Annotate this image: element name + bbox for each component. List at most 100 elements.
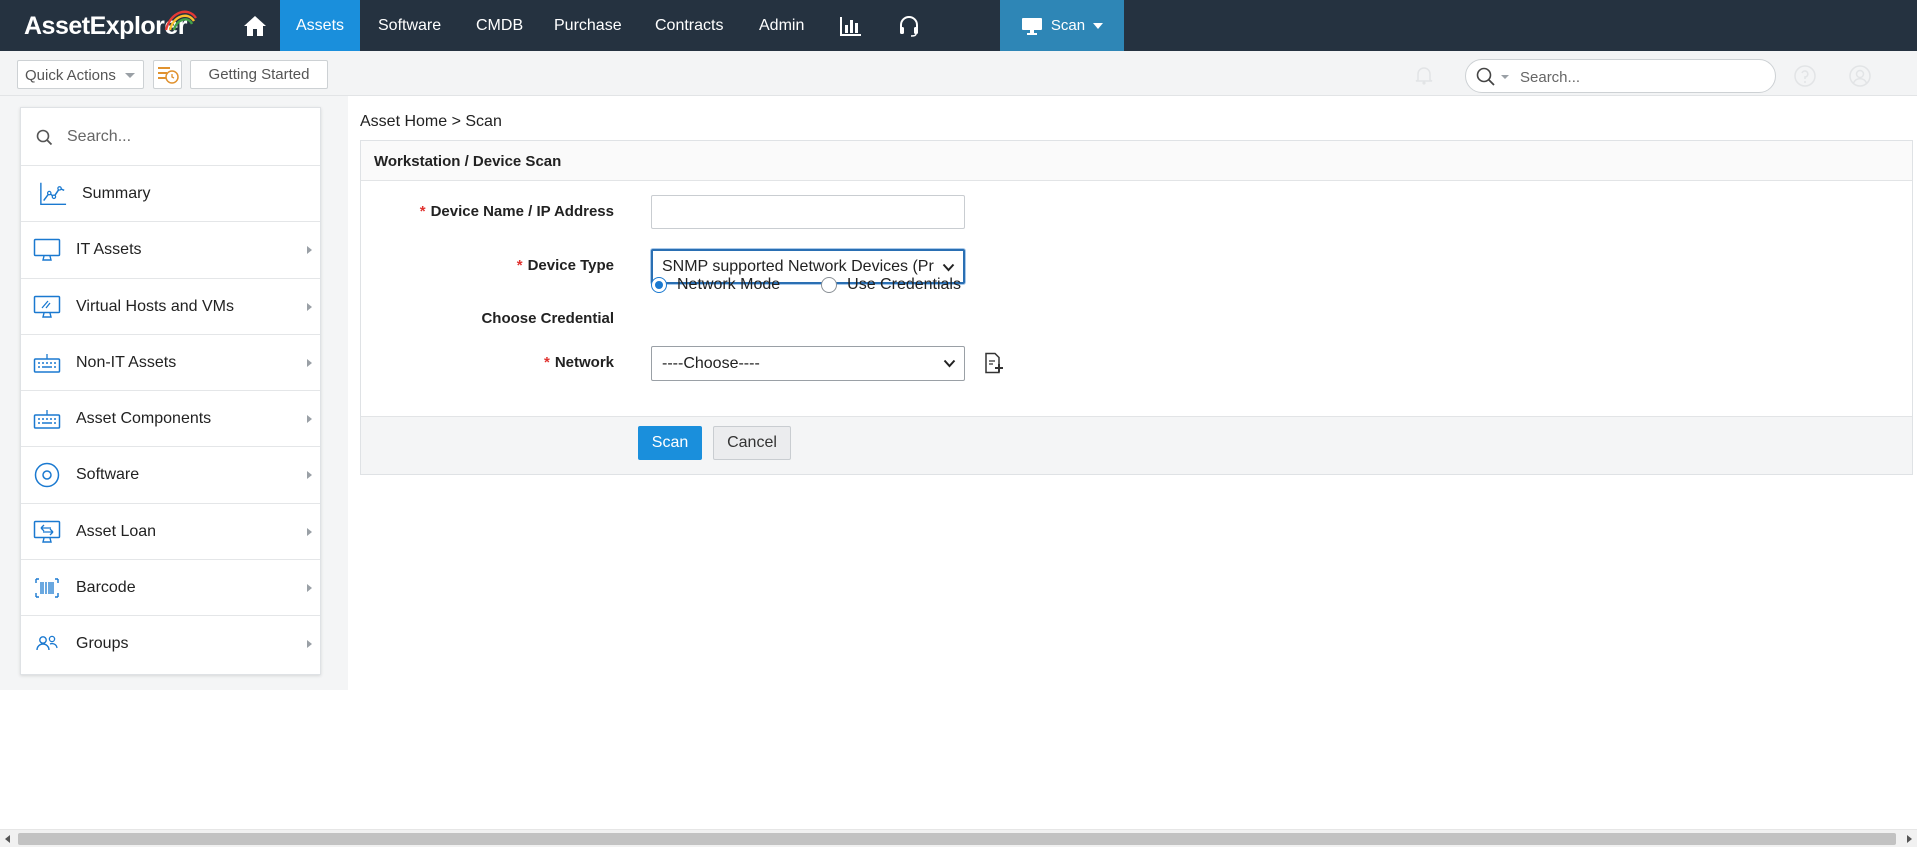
scan-button[interactable]: Scan bbox=[638, 426, 702, 460]
secondary-toolbar: Quick Actions Getting Started bbox=[0, 51, 1917, 96]
keyboard-icon bbox=[33, 349, 61, 377]
user-profile-button[interactable] bbox=[1849, 65, 1871, 91]
network-value: ----Choose---- bbox=[662, 355, 760, 372]
device-type-label: * Device Type bbox=[361, 257, 614, 274]
network-select[interactable]: ----Choose---- bbox=[651, 346, 965, 381]
timesheet-button[interactable] bbox=[153, 60, 182, 89]
chevron-down-icon bbox=[1093, 22, 1104, 29]
chart-line-icon bbox=[39, 180, 67, 208]
use-credentials-label: Use Credentials bbox=[847, 276, 961, 293]
home-button[interactable] bbox=[233, 0, 277, 51]
bell-icon bbox=[1415, 67, 1433, 85]
scan-menu-label: Scan bbox=[1050, 17, 1086, 34]
home-icon bbox=[244, 15, 266, 36]
timesheet-clock-icon bbox=[157, 66, 179, 84]
reports-button[interactable] bbox=[831, 0, 871, 51]
sidebar-item-label: Barcode bbox=[76, 579, 136, 597]
chevron-down-icon bbox=[942, 263, 955, 272]
chevron-right-icon bbox=[307, 527, 312, 536]
nav-assets[interactable]: Assets bbox=[280, 0, 361, 51]
getting-started-button[interactable]: Getting Started bbox=[190, 60, 328, 89]
global-search-input[interactable] bbox=[1520, 66, 1760, 88]
sidebar-item-it-assets[interactable]: IT Assets bbox=[21, 222, 320, 279]
use-credentials-radio[interactable] bbox=[821, 277, 838, 293]
search-icon bbox=[1476, 67, 1495, 86]
keyboard-icon bbox=[33, 405, 61, 433]
sidebar-item-asset-components[interactable]: Asset Components bbox=[21, 391, 320, 448]
nav-cmdb[interactable]: CMDB bbox=[460, 0, 539, 51]
users-icon bbox=[33, 630, 61, 658]
sidebar-item-asset-loan[interactable]: Asset Loan bbox=[21, 504, 320, 561]
form-title: Workstation / Device Scan bbox=[361, 141, 1912, 181]
sidebar-search-input[interactable] bbox=[67, 126, 307, 148]
user-avatar-icon bbox=[1849, 65, 1871, 87]
device-name-input[interactable] bbox=[651, 195, 965, 229]
sidebar-item-software[interactable]: Software bbox=[21, 447, 320, 504]
sidebar-item-label: Summary bbox=[82, 185, 151, 202]
credential-radio-group: Network Mode Use Credentials bbox=[651, 276, 961, 294]
sidebar-item-label: Non-IT Assets bbox=[76, 353, 177, 371]
horizontal-scrollbar[interactable] bbox=[0, 829, 1917, 847]
help-button[interactable] bbox=[1794, 65, 1816, 91]
sidebar-item-label: Asset Components bbox=[76, 410, 212, 428]
search-scope-chevron-icon[interactable] bbox=[1501, 75, 1509, 79]
scrollbar-thumb[interactable] bbox=[18, 833, 1896, 845]
disc-icon bbox=[33, 461, 61, 489]
quick-actions-label: Quick Actions bbox=[25, 67, 116, 84]
virtual-monitor-icon bbox=[33, 293, 61, 321]
sidebar-item-label: Virtual Hosts and VMs bbox=[76, 297, 234, 315]
monitor-icon bbox=[1021, 17, 1042, 35]
chevron-right-icon bbox=[307, 584, 312, 593]
quick-actions-dropdown[interactable]: Quick Actions bbox=[17, 60, 144, 89]
reports-icon bbox=[840, 16, 861, 36]
network-label: * Network bbox=[361, 354, 614, 371]
support-headset-icon bbox=[900, 15, 918, 37]
add-network-button[interactable] bbox=[983, 352, 1005, 378]
nav-purchase[interactable]: Purchase bbox=[538, 0, 638, 51]
device-type-label-text: Device Type bbox=[527, 257, 614, 274]
network-mode-radio[interactable] bbox=[651, 277, 667, 293]
device-name-label-text: Device Name / IP Address bbox=[430, 203, 614, 220]
network-mode-label: Network Mode bbox=[677, 276, 781, 293]
required-marker: * bbox=[543, 354, 550, 371]
sidebar-item-summary[interactable]: Summary bbox=[21, 166, 320, 223]
sidebar-item-barcode[interactable]: Barcode bbox=[21, 560, 320, 617]
scan-menu-button[interactable]: Scan bbox=[1000, 0, 1124, 51]
chevron-right-icon bbox=[307, 358, 312, 367]
asset-loan-icon bbox=[33, 518, 61, 546]
nav-admin[interactable]: Admin bbox=[743, 0, 820, 51]
support-button[interactable] bbox=[889, 0, 929, 51]
chevron-right-icon bbox=[307, 640, 312, 649]
asset-sidebar: Summary IT Assets Virtual Hosts and VMs bbox=[20, 107, 321, 675]
top-navbar: AssetExplorer Assets Software CMDB Purch… bbox=[0, 0, 1917, 51]
required-marker: * bbox=[419, 203, 426, 220]
network-label-text: Network bbox=[554, 354, 614, 371]
scroll-left-arrow-icon[interactable] bbox=[5, 835, 10, 843]
sidebar-item-label: IT Assets bbox=[76, 241, 142, 259]
breadcrumb: Asset Home > Scan bbox=[360, 113, 502, 130]
sidebar-search[interactable] bbox=[21, 108, 320, 166]
nav-contracts[interactable]: Contracts bbox=[639, 0, 739, 51]
cancel-button[interactable]: Cancel bbox=[713, 426, 791, 460]
credential-label: Choose Credential bbox=[481, 310, 614, 327]
chevron-right-icon bbox=[307, 246, 312, 255]
device-name-label: * Device Name / IP Address bbox=[361, 203, 614, 220]
chevron-down-icon bbox=[125, 73, 135, 78]
brand-logo[interactable]: AssetExplorer bbox=[24, 10, 197, 42]
chevron-right-icon bbox=[307, 415, 312, 424]
scan-form: Workstation / Device Scan * Device Name /… bbox=[360, 140, 1913, 475]
sidebar-item-virtual-hosts[interactable]: Virtual Hosts and VMs bbox=[21, 279, 320, 335]
barcode-icon bbox=[33, 574, 61, 602]
global-search[interactable] bbox=[1465, 59, 1776, 93]
nav-software[interactable]: Software bbox=[362, 0, 457, 51]
notifications-button[interactable] bbox=[1414, 65, 1434, 89]
help-icon bbox=[1794, 65, 1816, 87]
scroll-right-arrow-icon[interactable] bbox=[1907, 835, 1912, 843]
chevron-right-icon bbox=[307, 471, 312, 480]
sidebar-item-groups[interactable]: Groups bbox=[21, 616, 320, 672]
add-document-icon bbox=[985, 352, 1003, 374]
logo-arc-icon bbox=[164, 10, 197, 31]
sidebar-item-non-it-assets[interactable]: Non-IT Assets bbox=[21, 335, 320, 392]
sidebar-item-label: Asset Loan bbox=[76, 522, 157, 540]
left-panel-container: Summary IT Assets Virtual Hosts and VMs bbox=[0, 96, 348, 690]
